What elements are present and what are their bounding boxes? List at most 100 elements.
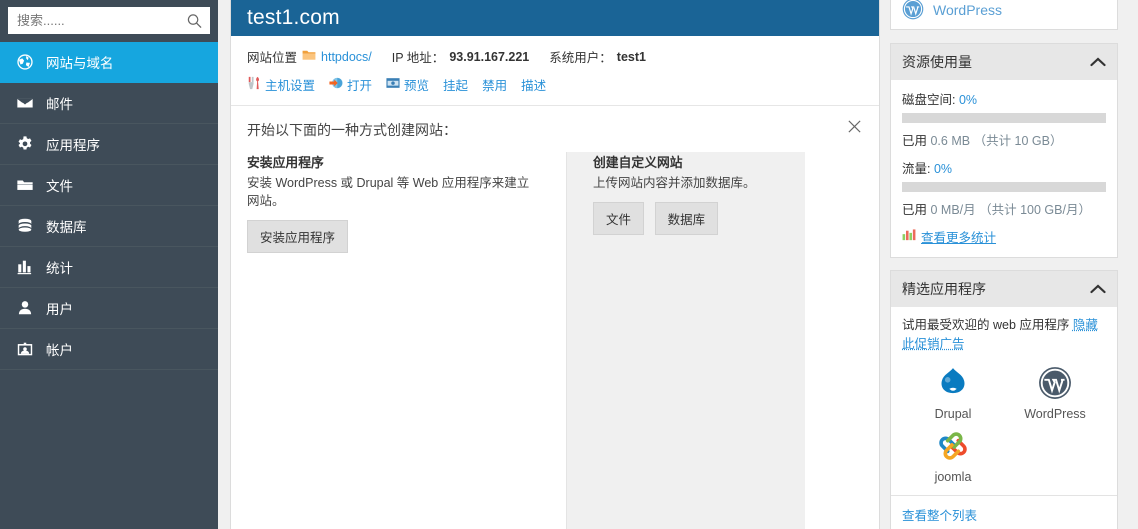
user-icon [15, 298, 35, 318]
site-location: 网站位置 httpdocs/ [247, 47, 372, 66]
promo-install-app: 安装应用程序 安装 WordPress 或 Drupal 等 Web 应用程序来… [247, 152, 567, 529]
disk-space-usage: 已用 0.6 MB （共计 10 GB） [902, 130, 1106, 149]
featured-apps-body: 试用最受欢迎的 web 应用程序 隐藏此促销广告 Drupal WordPres… [891, 307, 1117, 495]
folder-small-icon [302, 49, 316, 64]
featured-text: 试用最受欢迎的 web 应用程序 [902, 318, 1073, 332]
ip-label: IP 地址： [391, 51, 445, 65]
action-preview[interactable]: 预览 [386, 75, 429, 94]
app-wordpress[interactable]: WordPress [1004, 366, 1106, 421]
sidebar-item-label: 邮件 [46, 97, 73, 112]
database-icon [15, 216, 35, 236]
action-label[interactable]: 预览 [404, 75, 429, 94]
search-box[interactable] [8, 7, 210, 34]
app-name: joomla [934, 469, 972, 484]
traffic-percent: 0% [933, 162, 953, 176]
site-location-link[interactable]: httpdocs/ [321, 50, 372, 64]
system-user: 系统用户： test1 [549, 47, 646, 66]
domain-header: test1.com [231, 0, 879, 36]
traffic-text: 流量: [902, 162, 934, 176]
search-icon[interactable] [187, 13, 202, 28]
app-name: WordPress [1024, 406, 1086, 421]
create-site-promo: 开始以下面的一种方式创建网站： 安装应用程序 安装 WordPress 或 Dr… [231, 106, 879, 529]
action-hosting-settings[interactable]: 主机设置 [247, 75, 315, 94]
sidebar-item-label: 应用程序 [46, 138, 100, 153]
action-open[interactable]: 打开 [329, 75, 372, 94]
featured-apps-header[interactable]: 精选应用程序 [891, 271, 1117, 307]
traffic-total-text: （共计 100 GB/月） [979, 203, 1091, 217]
panel-title: 精选应用程序 [902, 281, 986, 297]
wordpress-icon [1038, 366, 1072, 403]
disk-used-prefix: 已用 [902, 134, 931, 148]
databases-button[interactable]: 数据库 [654, 202, 719, 236]
files-button[interactable]: 文件 [593, 202, 645, 236]
app-joomla[interactable]: joomla [902, 429, 1004, 484]
domain-card: test1.com 网站位置 httpdocs/ IP 地址： 93.91.16… [230, 0, 880, 529]
featured-apps-footer: 查看整个列表 [891, 494, 1117, 529]
more-statistics-link-row[interactable]: 查看更多统计 [902, 227, 1106, 246]
traffic-usage: 已用 0 MB/月 （共计 100 GB/月） [902, 199, 1106, 218]
sidebar-item-label: 用户 [46, 302, 73, 317]
promo-custom-site: 创建自定义网站 上传网站内容并添加数据库。 文件 数据库 [567, 152, 805, 529]
disk-used-value: 0.6 MB [930, 134, 971, 148]
action-label[interactable]: 打开 [347, 75, 372, 94]
traffic-meter [902, 182, 1106, 192]
sidebar-item-files[interactable]: 文件 [0, 165, 218, 206]
drupal-icon [936, 366, 970, 403]
id-card-icon [15, 339, 35, 359]
sidebar-item-label: 网站与域名 [46, 56, 114, 71]
traffic-used-value: 0 MB/月 [930, 203, 976, 217]
sidebar-item-label: 统计 [46, 261, 73, 276]
action-description[interactable]: 描述 [521, 75, 546, 94]
resource-usage-body: 磁盘空间: 0% 已用 0.6 MB （共计 10 GB） 流量: 0% 已用 … [891, 80, 1117, 257]
ip-value: 93.91.167.221 [449, 49, 530, 64]
search-input[interactable] [9, 8, 209, 33]
disk-space-text: 磁盘空间: [902, 93, 959, 107]
page-title: test1.com [247, 6, 340, 29]
promo-heading: 安装应用程序 [247, 155, 324, 170]
sidebar: 网站与域名 邮件 [0, 0, 218, 529]
sidebar-nav: 网站与域名 邮件 应用程序 文件 数据库 统计 用户 帐户 [0, 42, 218, 529]
bar-chart-icon [902, 229, 916, 244]
app-name: Drupal [934, 406, 972, 421]
sidebar-item-users[interactable]: 用户 [0, 288, 218, 329]
disk-space-label: 磁盘空间: 0% [902, 89, 1106, 108]
close-icon[interactable] [847, 119, 863, 135]
sidebar-item-account[interactable]: 帐户 [0, 329, 218, 370]
gear-icon [15, 134, 35, 154]
sidebar-item-websites-domains[interactable]: 网站与域名 [0, 42, 218, 83]
sidebar-item-mail[interactable]: 邮件 [0, 83, 218, 124]
app-drupal[interactable]: Drupal [902, 366, 1004, 421]
chevron-up-icon[interactable] [1090, 55, 1106, 70]
sidebar-item-label: 帐户 [46, 343, 73, 358]
chevron-up-icon[interactable] [1090, 282, 1106, 297]
joomla-icon [936, 429, 970, 466]
tools-icon [247, 76, 261, 93]
install-app-button[interactable]: 安装应用程序 [247, 220, 349, 254]
promo-title: 开始以下面的一种方式创建网站： [247, 122, 457, 138]
plesk-page: 网站与域名 邮件 [0, 0, 1138, 529]
featured-apps-grid: Drupal WordPress joomla [902, 366, 1106, 484]
sidebar-item-statistics[interactable]: 统计 [0, 247, 218, 288]
site-location-label: 网站位置 [247, 51, 298, 65]
action-disable[interactable]: 禁用 [482, 75, 507, 94]
promo-text: 上传网站内容并添加数据库。 [593, 176, 756, 190]
action-label[interactable]: 主机设置 [265, 75, 315, 94]
wordpress-panel-partial[interactable]: WordPress [890, 0, 1118, 30]
resource-usage-header[interactable]: 资源使用量 [891, 44, 1117, 80]
action-suspend[interactable]: 挂起 [443, 75, 468, 94]
preview-icon [386, 76, 400, 93]
resource-usage-panel: 资源使用量 磁盘空间: 0% 已用 0.6 MB （共计 10 GB） 流量: … [890, 43, 1118, 258]
sidebar-item-databases[interactable]: 数据库 [0, 206, 218, 247]
sidebar-item-label: 文件 [46, 179, 73, 194]
ip-address: IP 地址： 93.91.167.221 [392, 47, 530, 66]
globe-icon [15, 52, 35, 72]
sidebar-item-applications[interactable]: 应用程序 [0, 124, 218, 165]
more-statistics-link[interactable]: 查看更多统计 [921, 227, 996, 246]
mail-icon [15, 93, 35, 113]
right-sidebar: WordPress 资源使用量 磁盘空间: 0% 已用 0.6 MB （共计 1… [890, 0, 1128, 529]
disk-space-percent: 0% [958, 93, 978, 107]
main-content: test1.com 网站位置 httpdocs/ IP 地址： 93.91.16… [218, 0, 890, 529]
view-all-apps-link[interactable]: 查看整个列表 [902, 509, 977, 523]
panel-title: 资源使用量 [902, 54, 972, 70]
bar-chart-icon [15, 257, 35, 277]
